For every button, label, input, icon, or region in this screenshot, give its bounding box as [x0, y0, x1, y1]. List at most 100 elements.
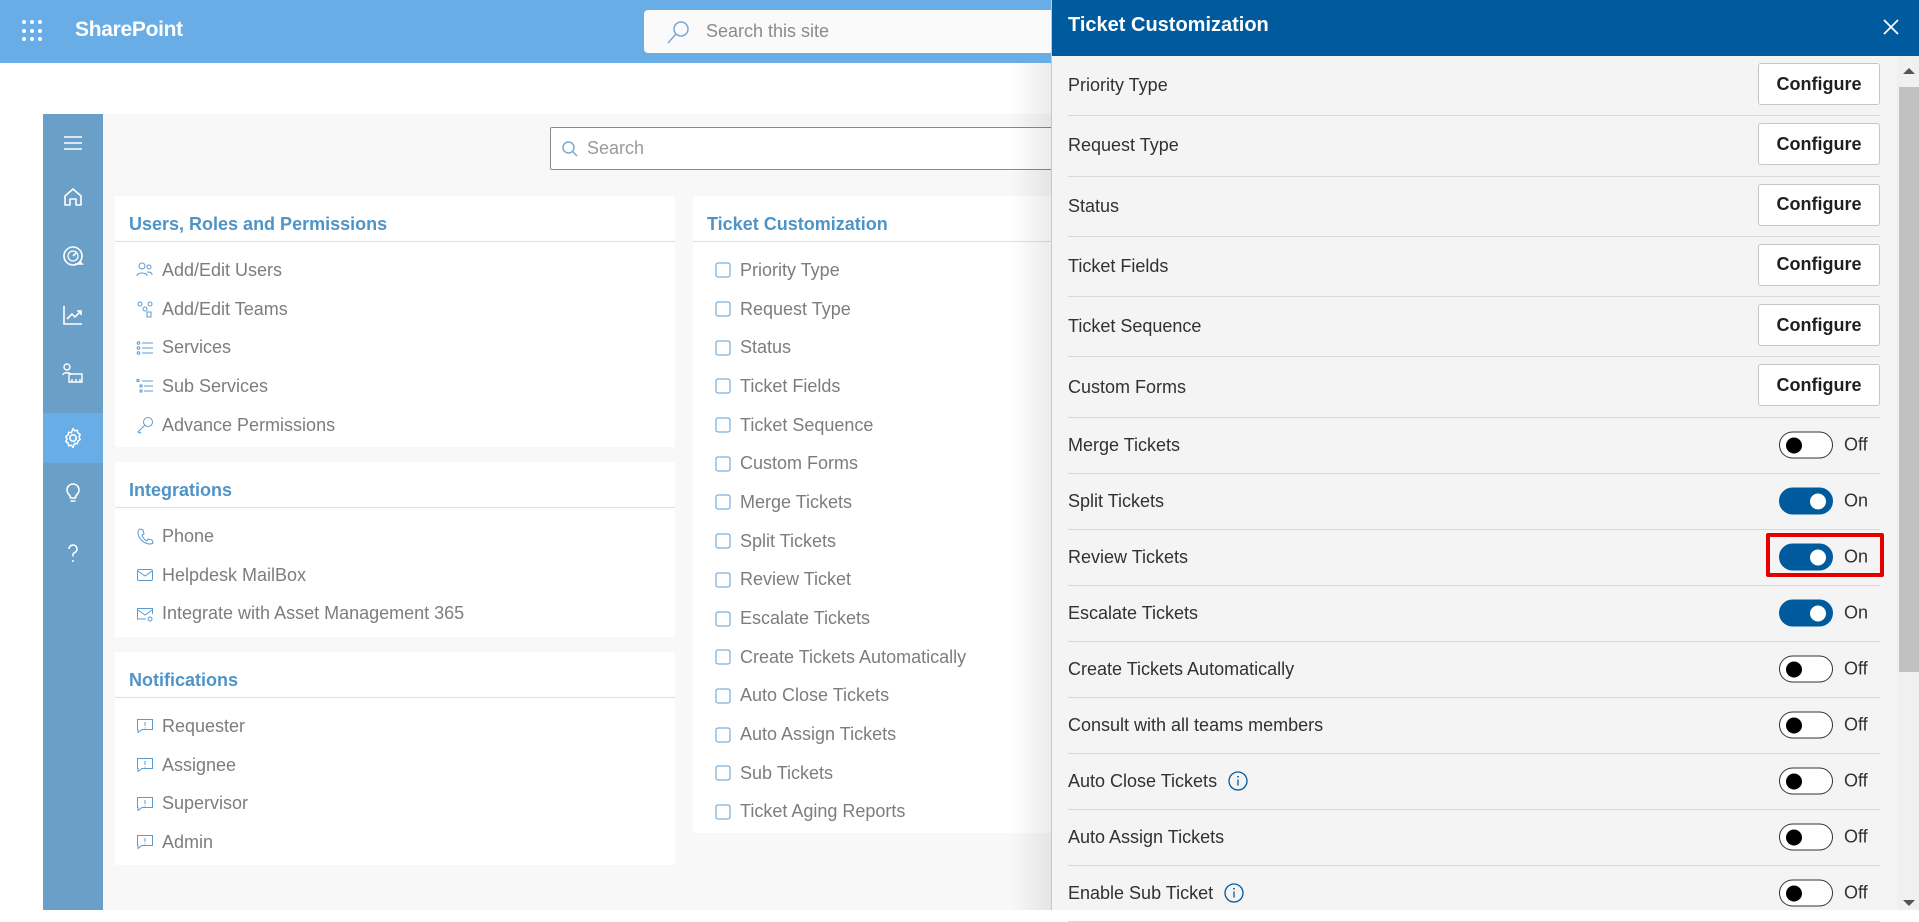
link-requester[interactable]: Requester — [135, 707, 248, 746]
setting-label-text: Merge Tickets — [1068, 434, 1181, 455]
link-services[interactable]: Services — [135, 328, 335, 367]
scroll-up-arrow-icon[interactable] — [1903, 68, 1915, 74]
configure-button[interactable]: Configure — [1758, 183, 1880, 226]
nav-teams[interactable] — [43, 349, 103, 399]
toggle-switch[interactable] — [1779, 711, 1833, 739]
panel-header: Ticket Customization — [1052, 0, 1919, 56]
nav-ideas[interactable] — [43, 468, 103, 518]
configure-button[interactable]: Configure — [1758, 123, 1880, 166]
toggle-switch[interactable] — [1779, 879, 1833, 907]
clock-icon — [713, 338, 733, 358]
setting-label: Auto Assign Tickets — [1068, 827, 1224, 848]
link-create-tickets-automatically[interactable]: Create Tickets Automatically — [713, 638, 966, 677]
link-phone[interactable]: Phone — [135, 517, 464, 556]
nav-dashboard[interactable] — [43, 231, 103, 281]
divider — [115, 241, 675, 242]
link-label: Integrate with Asset Management 365 — [162, 603, 465, 624]
link-label: Add/Edit Users — [162, 259, 283, 280]
toggle-control: On — [1779, 543, 1870, 571]
close-icon[interactable] — [1878, 14, 1904, 40]
link-ticket-fields[interactable]: Ticket Fields — [713, 367, 966, 406]
toggle-switch[interactable] — [1779, 767, 1833, 795]
toggle-switch[interactable] — [1779, 431, 1833, 459]
toggle-state: Off — [1844, 434, 1868, 455]
setting-label: Escalate Tickets — [1068, 603, 1198, 624]
site-search-placeholder: Search this site — [706, 21, 830, 41]
info-icon[interactable] — [1223, 882, 1245, 904]
link-status[interactable]: Status — [713, 328, 966, 367]
link-ticket-aging-reports[interactable]: Ticket Aging Reports — [713, 793, 966, 832]
link-split-tickets[interactable]: Split Tickets — [713, 522, 966, 561]
link-sub-tickets[interactable]: Sub Tickets — [713, 754, 966, 793]
configure-button[interactable]: Configure — [1758, 243, 1880, 286]
configure-button[interactable]: Configure — [1758, 304, 1880, 347]
link-helpdesk-mailbox[interactable]: Helpdesk MailBox — [135, 556, 464, 595]
setting-label-text: Auto Assign Tickets — [1068, 826, 1225, 847]
link-auto-close-tickets[interactable]: Auto Close Tickets — [713, 677, 966, 716]
link-escalate-tickets[interactable]: Escalate Tickets — [713, 599, 966, 638]
link-label: Ticket Fields — [740, 375, 841, 396]
setting-label: Merge Tickets — [1068, 435, 1180, 456]
key-icon — [135, 415, 155, 435]
link-custom-forms[interactable]: Custom Forms — [713, 444, 966, 483]
setting-row: Request Type Configure — [1068, 116, 1880, 177]
link-label: Admin — [162, 831, 214, 852]
nav-home[interactable] — [43, 172, 103, 222]
link-priority-type[interactable]: Priority Type — [713, 251, 966, 290]
link-integrate-asset-management[interactable]: Integrate with Asset Management 365 — [135, 594, 464, 633]
card-integrations: Integrations Phone Helpdesk MailBox Inte… — [115, 462, 675, 637]
scroll-thumb[interactable] — [1899, 87, 1919, 672]
nav-settings[interactable] — [43, 413, 103, 463]
toggle-knob — [1786, 829, 1802, 846]
link-add-edit-users[interactable]: Add/Edit Users — [135, 251, 335, 290]
link-label: Sub Tickets — [740, 762, 834, 783]
folder-mail-icon — [713, 647, 733, 667]
toggle-control: Off — [1779, 767, 1870, 795]
app-name[interactable]: SharePoint — [75, 18, 183, 42]
setting-label: Auto Close Tickets — [1068, 770, 1249, 792]
nav-reports[interactable] — [43, 290, 103, 340]
link-request-type[interactable]: Request Type — [713, 290, 966, 329]
configure-button[interactable]: Configure — [1758, 364, 1880, 407]
link-merge-tickets[interactable]: Merge Tickets — [713, 483, 966, 522]
link-ticket-sequence[interactable]: Ticket Sequence — [713, 406, 966, 445]
divider — [115, 697, 675, 698]
link-auto-assign-tickets[interactable]: Auto Assign Tickets — [713, 715, 966, 754]
link-label: Auto Close Tickets — [740, 685, 890, 706]
question-icon — [68, 544, 78, 562]
link-label: Supervisor — [162, 793, 249, 814]
nav-menu[interactable] — [43, 118, 103, 168]
link-advance-permissions[interactable]: Advance Permissions — [135, 406, 335, 445]
link-review-ticket[interactable]: Review Ticket — [713, 561, 966, 600]
info-icon[interactable] — [1227, 770, 1249, 792]
panel-title: Ticket Customization — [1068, 14, 1269, 36]
link-label: Phone — [162, 525, 215, 546]
toggle-switch[interactable] — [1779, 487, 1833, 515]
link-add-edit-teams[interactable]: Add/Edit Teams — [135, 290, 335, 329]
close-box-icon — [713, 686, 733, 706]
configure-button[interactable]: Configure — [1758, 63, 1880, 105]
toggle-switch[interactable] — [1779, 599, 1833, 627]
setting-row: Enable Sub Ticket Off — [1068, 866, 1880, 922]
toggle-knob — [1810, 549, 1826, 566]
home-icon — [64, 188, 82, 206]
hamburger-icon — [64, 136, 82, 150]
link-supervisor[interactable]: Supervisor — [135, 784, 248, 823]
site-search-input[interactable]: Search this site — [644, 10, 1064, 53]
toggle-switch[interactable] — [1779, 823, 1833, 851]
app-launcher-icon[interactable] — [22, 20, 44, 42]
nav-help[interactable] — [43, 528, 103, 578]
link-admin[interactable]: Admin — [135, 823, 248, 862]
setting-label: Review Tickets — [1068, 547, 1188, 568]
link-sub-services[interactable]: Sub Services — [135, 367, 335, 406]
panel-scrollbar[interactable] — [1897, 56, 1919, 910]
toggle-switch[interactable] — [1779, 543, 1833, 571]
scroll-down-arrow-icon[interactable] — [1903, 900, 1915, 906]
toggle-knob — [1810, 493, 1826, 510]
toggle-switch[interactable] — [1779, 655, 1833, 683]
settings-search-input[interactable]: Search — [550, 127, 1070, 170]
alert-comment-icon — [135, 794, 155, 814]
card-title: Notifications — [129, 670, 239, 690]
link-assignee[interactable]: Assignee — [135, 746, 248, 785]
setting-row: Auto Close Tickets Off — [1068, 754, 1880, 810]
